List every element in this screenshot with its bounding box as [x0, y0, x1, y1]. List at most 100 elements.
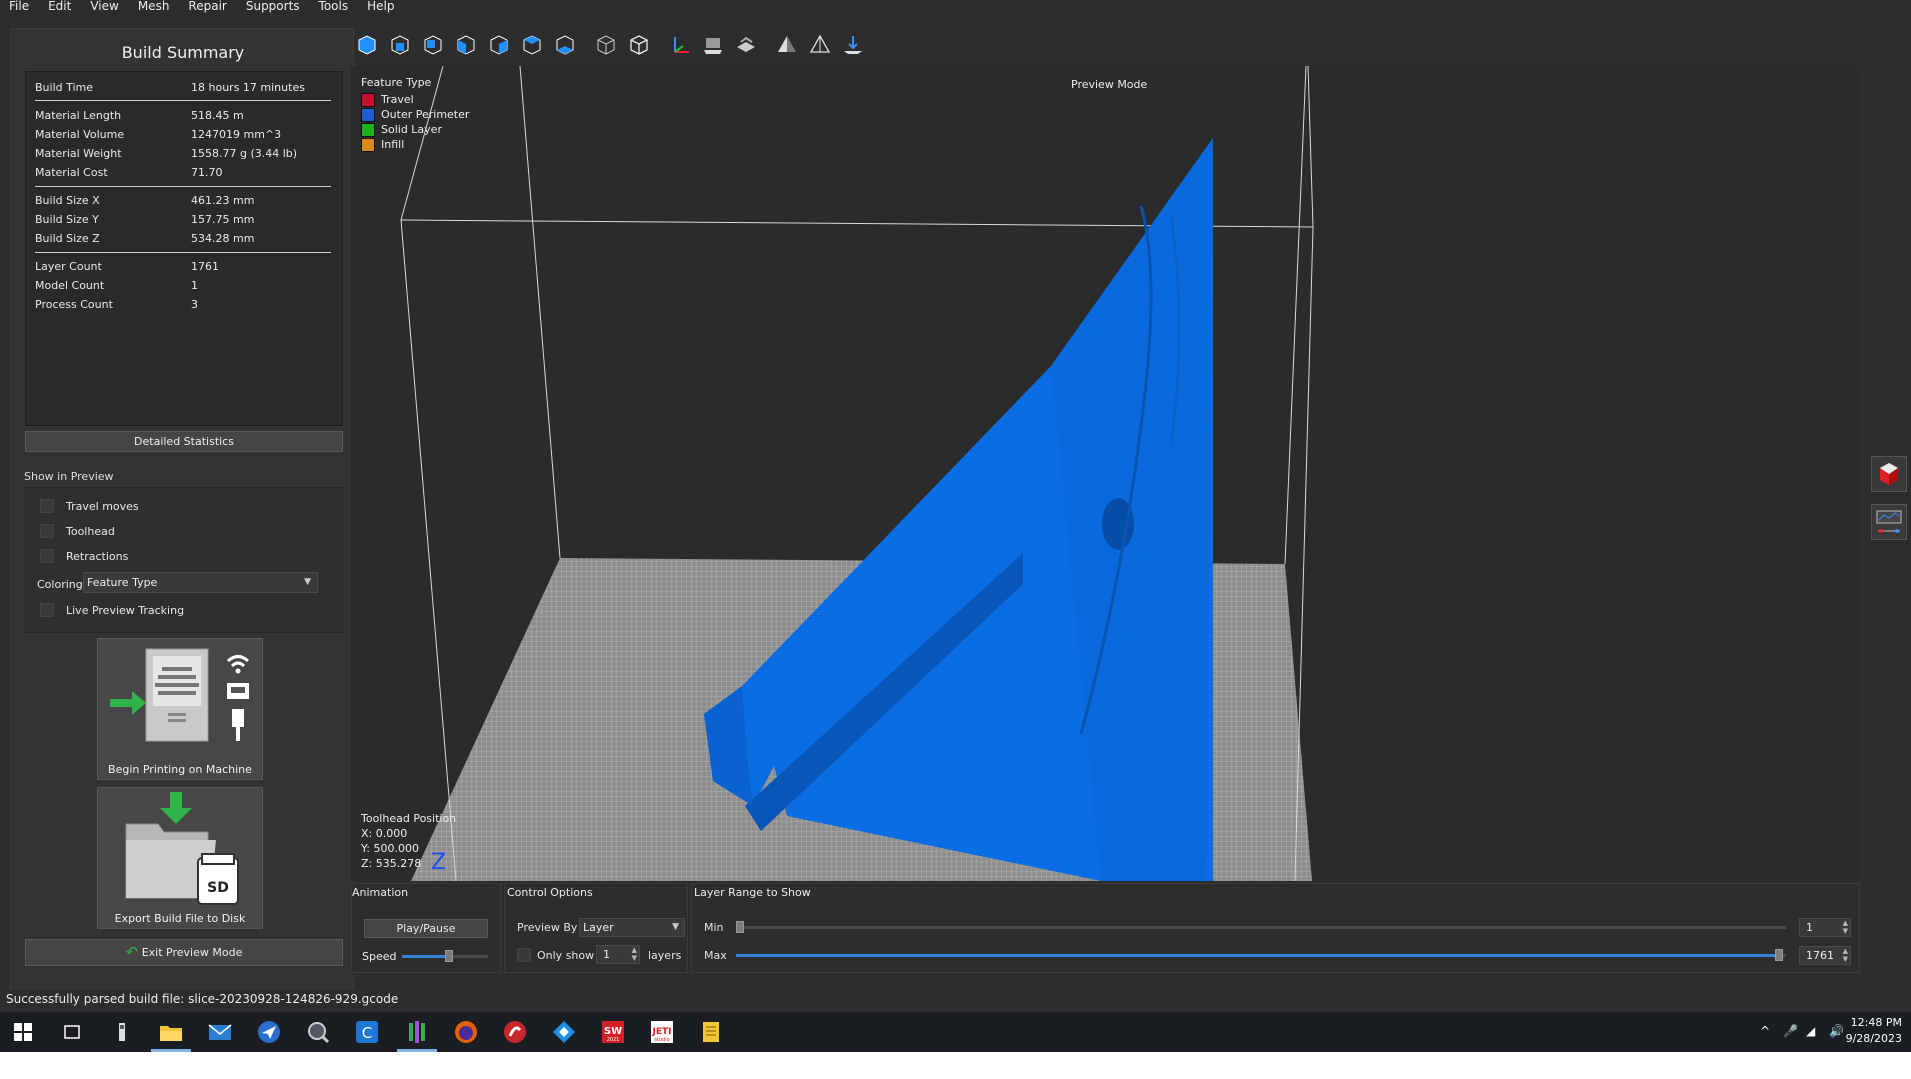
menu-bar: File Edit View Mesh Repair Supports Tool…: [0, 0, 1911, 14]
menu-edit[interactable]: Edit: [39, 0, 81, 14]
exit-preview-mode-label: Exit Preview Mode: [141, 946, 243, 959]
summary-key: Material Volume: [35, 128, 125, 141]
summary-value: 1558.77 g (3.44 lb): [191, 147, 298, 160]
legend-title: Feature Type: [361, 76, 432, 89]
menu-mesh[interactable]: Mesh: [129, 0, 180, 14]
travel-moves-label: Travel moves: [66, 500, 139, 513]
solidworks-icon[interactable]: SW 2021: [600, 1019, 626, 1045]
svg-text:2021: 2021: [607, 1037, 620, 1043]
layer-view-icon[interactable]: [734, 33, 758, 57]
system-clock[interactable]: 12:48 PM 9/28/2023: [1846, 1015, 1902, 1047]
coloring-label: Coloring: [37, 578, 83, 591]
legend-label: Travel: [381, 93, 414, 106]
travel-moves-checkbox[interactable]: [40, 499, 54, 513]
solid-box-icon[interactable]: [627, 33, 651, 57]
firefox-icon[interactable]: [453, 1019, 479, 1045]
detailed-statistics-button[interactable]: Detailed Statistics: [25, 431, 343, 452]
top-view-icon[interactable]: [520, 33, 544, 57]
axes-icon[interactable]: [668, 33, 692, 57]
simplify3d-app-icon[interactable]: [404, 1019, 430, 1045]
play-pause-button[interactable]: Play/Pause: [364, 919, 488, 938]
search-app-icon[interactable]: [305, 1019, 331, 1045]
menu-supports[interactable]: Supports: [237, 0, 310, 14]
gcode-graph-icon[interactable]: [1871, 504, 1907, 540]
bottom-view-icon[interactable]: [553, 33, 577, 57]
summary-row: Model Count 1: [35, 279, 335, 296]
notes-app-icon[interactable]: [698, 1019, 724, 1045]
windows-start-icon[interactable]: [10, 1019, 36, 1045]
application-window: File Edit View Mesh Repair Supports Tool…: [0, 0, 1911, 1052]
min-layer-handle[interactable]: [736, 921, 744, 933]
diamond-app-icon[interactable]: [551, 1019, 577, 1045]
max-layer-value: 1761: [1806, 949, 1834, 962]
layer-range-group: Layer Range to Show Min 1 ▲ ▼ Max 1761 ▲ ▼: [691, 883, 1860, 973]
summary-key: Process Count: [35, 298, 113, 311]
toolhead-checkbox[interactable]: [40, 524, 54, 538]
legend-label: Solid Layer: [381, 123, 442, 136]
only-show-checkbox[interactable]: [517, 948, 531, 962]
preview-by-select[interactable]: Layer ▼: [579, 918, 685, 937]
begin-printing-button[interactable]: Begin Printing on Machine: [97, 638, 263, 780]
live-preview-tracking-checkbox[interactable]: [40, 603, 54, 617]
summary-value: 1761: [191, 260, 219, 273]
jeti-studio-icon[interactable]: JETI studio: [649, 1019, 675, 1045]
show-in-preview-label: Show in Preview: [24, 470, 114, 483]
menu-help[interactable]: Help: [358, 0, 404, 14]
menu-view[interactable]: View: [81, 0, 128, 14]
mirror-icon[interactable]: [808, 33, 832, 57]
status-bar: Successfully parsed build file: slice-20…: [0, 990, 1911, 1008]
mail-icon[interactable]: [207, 1019, 233, 1045]
drop-to-bed-icon[interactable]: [841, 33, 865, 57]
menu-file[interactable]: File: [0, 0, 39, 14]
preview-viewport[interactable]: Z Feature Type Travel Outer Perimeter So…: [351, 66, 1860, 881]
retractions-checkbox[interactable]: [40, 549, 54, 563]
control-options-group: Control Options Preview By Layer ▼ Only s…: [504, 883, 688, 973]
iso-view-icon[interactable]: [355, 33, 379, 57]
microphone-icon[interactable]: 🎤: [1783, 1024, 1798, 1038]
exit-preview-mode-button[interactable]: ↶ Exit Preview Mode: [25, 939, 343, 966]
coloring-select[interactable]: Feature Type ▼: [83, 572, 318, 593]
min-layer-slider[interactable]: [736, 926, 1786, 929]
preview-by-value: Layer: [583, 921, 614, 934]
cura-c-app-icon[interactable]: C: [354, 1019, 380, 1045]
separator: [35, 252, 331, 253]
volume-icon[interactable]: 🔊: [1829, 1024, 1844, 1038]
task-view-icon[interactable]: [59, 1019, 85, 1045]
file-explorer-icon[interactable]: [158, 1019, 184, 1045]
chevron-up-icon[interactable]: ^: [1760, 1024, 1770, 1038]
preview-mode-label: Preview Mode: [1071, 78, 1148, 91]
show-in-preview-box: Travel moves Toolhead Retractions Colori…: [25, 487, 343, 633]
cube-view-icon[interactable]: [1871, 456, 1907, 492]
legend-label: Infill: [381, 138, 405, 151]
min-layer-spinbox[interactable]: 1 ▲ ▼: [1799, 918, 1851, 937]
wireframe-box-icon[interactable]: [594, 33, 618, 57]
speed-slider-handle[interactable]: [445, 950, 454, 962]
snake-app-icon[interactable]: [502, 1019, 528, 1045]
right-view-icon[interactable]: [487, 33, 511, 57]
front-view-icon[interactable]: [388, 33, 412, 57]
travel-swatch: [361, 92, 375, 107]
summary-row: Build Size X 461.23 mm: [35, 194, 335, 211]
max-layer-handle[interactable]: [1775, 949, 1783, 961]
left-view-icon[interactable]: [454, 33, 478, 57]
only-show-spinbox[interactable]: 1 ▲ ▼: [596, 945, 640, 964]
build-summary-table: Build Time 18 hours 17 minutes Material L…: [25, 71, 343, 426]
chevron-down-icon: ▼: [304, 577, 311, 587]
network-icon[interactable]: ◢: [1806, 1024, 1815, 1038]
export-build-file-button[interactable]: SD Export Build File to Disk: [97, 787, 263, 929]
back-view-icon[interactable]: [421, 33, 445, 57]
summary-row: Build Size Z 534.28 mm: [35, 232, 335, 249]
menu-repair[interactable]: Repair: [179, 0, 236, 14]
taskbar: C SW 2021 JETI studio ^ 🎤 ◢ 🔊 12:48 PM 9/2…: [0, 1012, 1911, 1052]
summary-row: Material Length 518.45 m: [35, 109, 335, 126]
summary-row: Build Time 18 hours 17 minutes: [35, 81, 335, 98]
usb-drive-icon[interactable]: [109, 1019, 135, 1045]
summary-key: Material Weight: [35, 147, 122, 160]
paper-plane-app-icon[interactable]: [256, 1019, 282, 1045]
max-layer-spinbox[interactable]: 1761 ▲ ▼: [1799, 946, 1851, 965]
animation-group: Animation Play/Pause Speed: [351, 883, 501, 973]
toolhead-y: Y: 500.000: [361, 842, 419, 855]
section-half-icon[interactable]: [775, 33, 799, 57]
build-plate-icon[interactable]: [701, 33, 725, 57]
menu-tools[interactable]: Tools: [310, 0, 359, 14]
